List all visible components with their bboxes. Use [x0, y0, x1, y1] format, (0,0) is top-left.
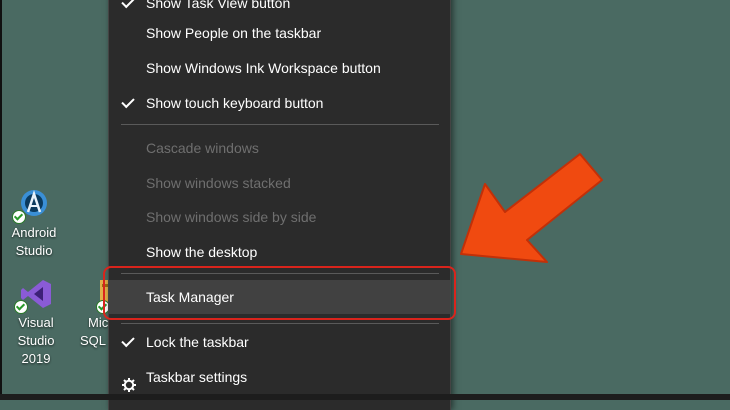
menu-item-label: Show windows stacked [146, 175, 291, 191]
checkmark-icon [121, 333, 135, 348]
visual-studio-icon [14, 276, 54, 314]
desktop-icon-android-studio[interactable]: Android Studio [4, 186, 64, 260]
shortcut-check-badge [12, 210, 26, 224]
menu-separator [121, 124, 439, 125]
menu-item-show-windows-stacked: Show windows stacked [109, 166, 450, 200]
desktop-icon-label: Android [11, 225, 57, 240]
taskbar-context-menu: Show Task View button Show People on the… [108, 0, 451, 410]
annotation-arrow [460, 153, 603, 263]
android-studio-icon [12, 186, 52, 224]
menu-item-label: Show People on the taskbar [146, 25, 322, 41]
desktop-icon-label: 2019 [21, 351, 51, 366]
menu-item-show-ink-workspace[interactable]: Show Windows Ink Workspace button [109, 51, 450, 85]
menu-item-show-touch-keyboard[interactable]: Show touch keyboard button [109, 86, 450, 120]
menu-item-label: Show windows side by side [146, 209, 317, 225]
menu-item-show-windows-side-by-side: Show windows side by side [109, 200, 450, 234]
taskbar [0, 394, 730, 400]
menu-separator [121, 323, 439, 324]
annotation-highlight-box [103, 266, 456, 320]
menu-item-lock-taskbar[interactable]: Lock the taskbar [109, 325, 450, 359]
desktop-icon-label: Visual Studio [17, 315, 55, 348]
menu-item-label: Show Windows Ink Workspace button [146, 60, 381, 76]
desktop-icon-label: Studio [15, 243, 53, 258]
menu-item-taskbar-settings[interactable]: Taskbar settings [109, 360, 450, 394]
menu-item-label: Taskbar settings [146, 369, 248, 385]
menu-item-label: Show the desktop [146, 244, 258, 260]
shortcut-check-badge [14, 300, 28, 314]
menu-item-show-desktop[interactable]: Show the desktop [109, 235, 450, 269]
menu-item-label: Lock the taskbar [146, 334, 249, 350]
menu-item-show-people[interactable]: Show People on the taskbar [109, 16, 450, 50]
menu-item-label: Show touch keyboard button [146, 95, 324, 111]
checkmark-icon [121, 94, 135, 109]
desktop-icon-visual-studio[interactable]: Visual Studio 2019 [0, 276, 72, 368]
checkmark-icon [121, 0, 135, 9]
menu-item-cascade-windows: Cascade windows [109, 131, 450, 165]
menu-item-label: Cascade windows [146, 140, 259, 156]
